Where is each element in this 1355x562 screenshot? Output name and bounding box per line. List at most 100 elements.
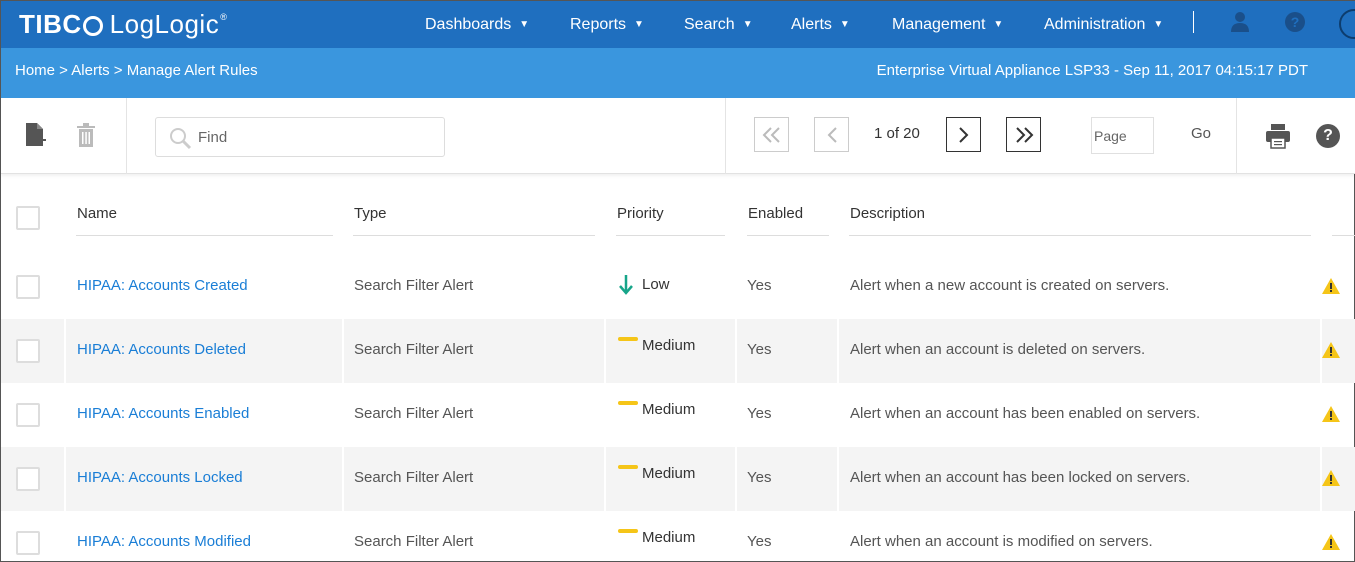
warning-icon[interactable] [1322, 470, 1340, 486]
priority-label: Medium [642, 401, 696, 418]
rule-type: Search Filter Alert [354, 469, 474, 486]
help-icon[interactable]: ? [1316, 124, 1340, 148]
table-row[interactable]: HIPAA: Accounts Locked Search Filter Ale… [1, 447, 1355, 511]
go-button[interactable]: Go [1191, 125, 1211, 142]
rule-description: Alert when an account is modified on ser… [850, 533, 1153, 550]
select-all-checkbox[interactable] [16, 206, 40, 230]
row-checkbox[interactable] [16, 275, 40, 299]
rule-type: Search Filter Alert [354, 277, 474, 294]
rule-description: Alert when an account is deleted on serv… [850, 341, 1146, 358]
user-icon[interactable] [1230, 11, 1250, 33]
previous-page-button[interactable] [814, 117, 849, 152]
nav-label: Administration [1044, 15, 1146, 33]
caret-down-icon: ▼ [1153, 19, 1164, 30]
nav-administration[interactable]: Administration ▼ [1044, 1, 1163, 48]
header-underline [849, 235, 1311, 236]
rule-enabled: Yes [747, 533, 772, 550]
row-checkbox[interactable] [16, 531, 40, 555]
rule-priority: Medium [618, 400, 696, 418]
caret-down-icon: ▼ [519, 19, 530, 30]
rule-type: Search Filter Alert [354, 341, 474, 358]
rule-name-link[interactable]: HIPAA: Accounts Created [77, 277, 248, 294]
double-chevron-right-icon [1015, 126, 1033, 143]
dash-icon [618, 528, 638, 533]
column-separator [735, 447, 737, 511]
toolbar-divider [1236, 98, 1237, 174]
search-icon [170, 128, 192, 150]
nav-dashboards[interactable]: Dashboards ▼ [425, 1, 529, 48]
print-icon[interactable] [1264, 122, 1292, 150]
page-status: 1 of 20 [874, 125, 920, 142]
rule-name-link[interactable]: HIPAA: Accounts Locked [77, 469, 243, 486]
row-checkbox[interactable] [16, 467, 40, 491]
priority-label: Medium [642, 465, 696, 482]
registered-mark: ® [220, 11, 228, 22]
column-header-description[interactable]: Description [850, 205, 925, 222]
nav-label: Search [684, 15, 735, 33]
column-separator [604, 447, 606, 511]
rule-enabled: Yes [747, 277, 772, 294]
rule-enabled: Yes [747, 341, 772, 358]
find-box[interactable] [155, 117, 445, 157]
warning-icon[interactable] [1322, 342, 1340, 358]
column-header-name[interactable]: Name [77, 205, 117, 222]
breadcrumb[interactable]: Home > Alerts > Manage Alert Rules [15, 62, 258, 79]
rule-name-link[interactable]: HIPAA: Accounts Modified [77, 533, 251, 550]
help-icon[interactable]: ? [1285, 12, 1305, 32]
header-underline [616, 235, 725, 236]
nav-label: Alerts [791, 15, 832, 33]
column-header-enabled[interactable]: Enabled [748, 205, 803, 222]
table-row[interactable]: HIPAA: Accounts Created Search Filter Al… [1, 255, 1355, 319]
column-separator [64, 319, 66, 383]
first-page-button[interactable] [754, 117, 789, 152]
priority-label: Low [642, 275, 670, 293]
nav-management[interactable]: Management ▼ [892, 1, 1003, 48]
nav-reports[interactable]: Reports ▼ [570, 1, 644, 48]
app-logo[interactable]: TIBC LogLogic ® [19, 9, 227, 40]
nav-label: Reports [570, 15, 627, 33]
top-nav-bar: TIBC LogLogic ® Dashboards ▼ Reports ▼ Sea… [1, 1, 1355, 48]
rule-description: Alert when an account has been locked on… [850, 469, 1191, 486]
column-header-priority[interactable]: Priority [617, 205, 664, 222]
priority-label: Medium [642, 337, 696, 354]
new-file-icon[interactable] [25, 122, 47, 148]
warning-icon[interactable] [1322, 534, 1340, 550]
find-input[interactable] [198, 126, 428, 148]
rule-type: Search Filter Alert [354, 405, 474, 422]
priority-label: Medium [642, 529, 696, 546]
column-separator [342, 447, 344, 511]
last-page-button[interactable] [1006, 117, 1041, 152]
table-header: Name Type Priority Enabled Description [1, 174, 1355, 238]
trash-icon[interactable] [76, 123, 96, 147]
table-row[interactable]: HIPAA: Accounts Modified Search Filter A… [1, 511, 1355, 562]
nav-divider [1193, 11, 1194, 33]
nav-search[interactable]: Search ▼ [684, 1, 753, 48]
breadcrumb-bar: Home > Alerts > Manage Alert Rules Enter… [1, 48, 1355, 98]
nav-alerts[interactable]: Alerts ▼ [791, 1, 850, 48]
account-menu-icon[interactable] [1339, 9, 1355, 39]
table-row[interactable]: HIPAA: Accounts Enabled Search Filter Al… [1, 383, 1355, 447]
rule-description: Alert when an account has been enabled o… [850, 405, 1201, 422]
caret-down-icon: ▼ [634, 19, 644, 30]
column-separator [64, 447, 66, 511]
rule-name-link[interactable]: HIPAA: Accounts Deleted [77, 341, 246, 358]
row-checkbox[interactable] [16, 403, 40, 427]
row-checkbox[interactable] [16, 339, 40, 363]
column-header-type[interactable]: Type [354, 205, 387, 222]
header-underline [747, 235, 829, 236]
logo-product: LogLogic [109, 9, 220, 39]
table-row[interactable]: HIPAA: Accounts Deleted Search Filter Al… [1, 319, 1355, 383]
rule-priority: Low [618, 273, 670, 295]
nav-label: Management [892, 15, 986, 33]
page-number-input[interactable] [1091, 117, 1154, 154]
chevron-left-icon [827, 126, 837, 143]
warning-icon[interactable] [1322, 406, 1340, 422]
header-underline [76, 235, 333, 236]
column-separator [604, 319, 606, 383]
warning-icon[interactable] [1322, 278, 1340, 294]
double-chevron-left-icon [762, 126, 780, 143]
rule-name-link[interactable]: HIPAA: Accounts Enabled [77, 405, 249, 422]
column-separator [837, 319, 839, 383]
next-page-button[interactable] [946, 117, 981, 152]
header-underline [353, 235, 595, 236]
